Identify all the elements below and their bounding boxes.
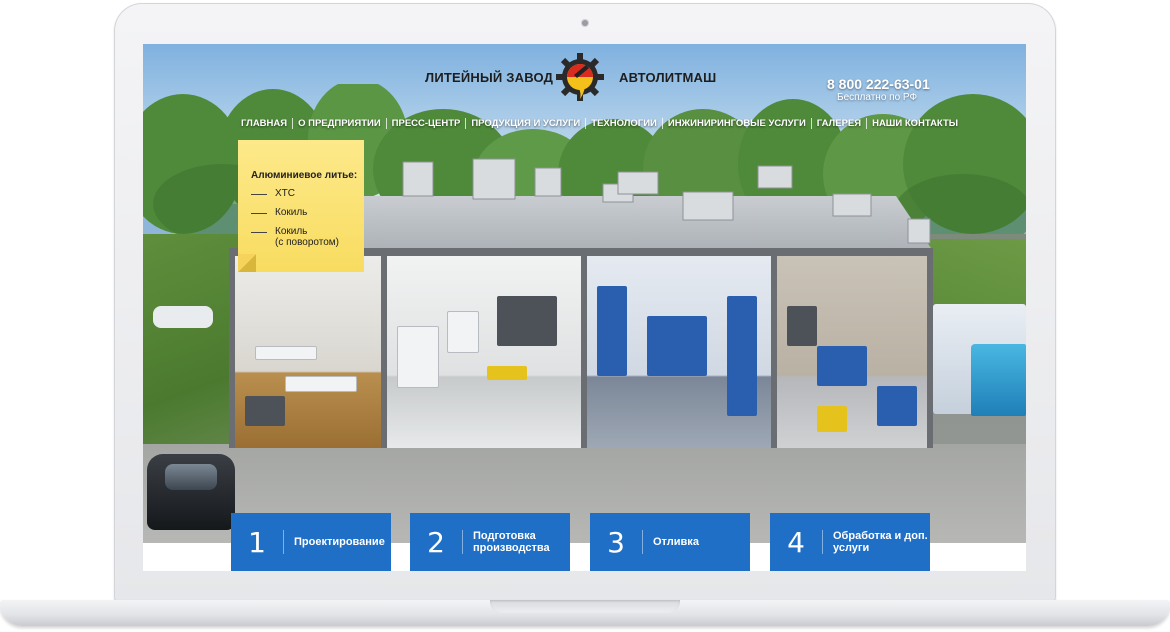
step-label: Отливка [653,536,699,548]
gear-logo-icon[interactable] [555,51,605,105]
cnc-machine [817,346,867,386]
sticky-note: Алюминиевое литье: ХТС Кокиль Кокиль (с … [238,140,364,272]
casting-machine [727,296,757,416]
pallet [487,366,527,380]
camera-icon [582,20,588,26]
molding-room [387,256,581,448]
website-screen: ЛИТЕЙНЫЙ ЗАВОД АВТОЛИТМАШ 8 800 222-63-0… [143,44,1026,571]
step-divider [822,530,823,554]
machine [447,311,479,353]
workstation [245,396,285,426]
nav-item-engineering[interactable]: ИНЖИНИРИНГОВЫЕ УСЛУГИ [663,118,811,129]
step-divider [283,530,284,554]
forklift [817,406,847,432]
phone-note: Бесплатно по РФ [837,92,918,103]
truck-cab [971,344,1026,416]
note-item-label: ХТС [275,188,295,199]
step-preparation[interactable]: 2 Подготовка производства [410,513,570,571]
phone-number[interactable]: 8 800 222-63-01 [827,76,930,92]
casting-room [587,256,771,448]
rack [787,306,817,346]
step-number: 2 [427,525,445,559]
step-label: Обработка и доп. услуги [833,530,928,554]
note-fold [238,254,256,272]
note-title: Алюминиевое литье: [251,170,358,181]
step-number: 1 [248,525,266,559]
factory-cutaway [229,248,933,448]
note-item-label: Кокиль (с поворотом) [275,226,339,248]
nav-item-about[interactable]: О ПРЕДПРИЯТИИ [293,118,386,129]
step-label: Проектирование [294,536,385,548]
nav-item-gallery[interactable]: ГАЛЕРЕЯ [812,118,866,129]
office-desk [255,346,317,360]
office-room [235,256,381,448]
dash-icon [251,213,267,214]
note-item-label-line: Кокиль [275,226,308,237]
note-item-hts[interactable]: ХТС [251,188,295,199]
dash-icon [251,194,267,195]
step-number: 3 [607,525,625,559]
step-finishing[interactable]: 4 Обработка и доп. услуги [770,513,930,571]
main-nav: ГЛАВНАЯ О ПРЕДПРИЯТИИ ПРЕСС-ЦЕНТР ПРОДУК… [236,118,963,129]
nav-item-home[interactable]: ГЛАВНАЯ [236,118,292,129]
note-item-chill-rotation[interactable]: Кокиль (с поворотом) [251,226,339,248]
machine [497,296,557,346]
brand-title-right: АВТОЛИТМАШ [619,70,717,85]
brand-title-left: ЛИТЕЙНЫЙ ЗАВОД [425,70,554,85]
office-desk [285,376,357,392]
cnc-machine [877,386,917,426]
parked-car [153,306,213,328]
nav-item-products[interactable]: ПРОДУКЦИЯ И УСЛУГИ [466,118,585,129]
note-item-label-line: (с поворотом) [275,237,339,248]
laptop-frame: ЛИТЕЙНЫЙ ЗАВОД АВТОЛИТМАШ 8 800 222-63-0… [0,0,1170,632]
casting-machine [647,316,707,376]
step-divider [642,530,643,554]
step-label: Подготовка производства [473,530,550,554]
casting-machine [597,286,627,376]
nav-item-contacts[interactable]: НАШИ КОНТАКТЫ [867,118,963,129]
step-casting[interactable]: 3 Отливка [590,513,750,571]
step-design[interactable]: 1 Проектирование [231,513,391,571]
dash-icon [251,232,267,233]
machining-room [777,256,927,448]
step-number: 4 [787,525,805,559]
note-item-chill[interactable]: Кокиль [251,207,307,218]
machine [397,326,439,388]
nav-item-press[interactable]: ПРЕСС-ЦЕНТР [387,118,466,129]
suv-windshield [165,464,217,490]
laptop-notch [490,600,680,613]
note-item-label: Кокиль [275,207,308,218]
step-divider [462,530,463,554]
nav-item-technologies[interactable]: ТЕХНОЛОГИИ [586,118,662,129]
